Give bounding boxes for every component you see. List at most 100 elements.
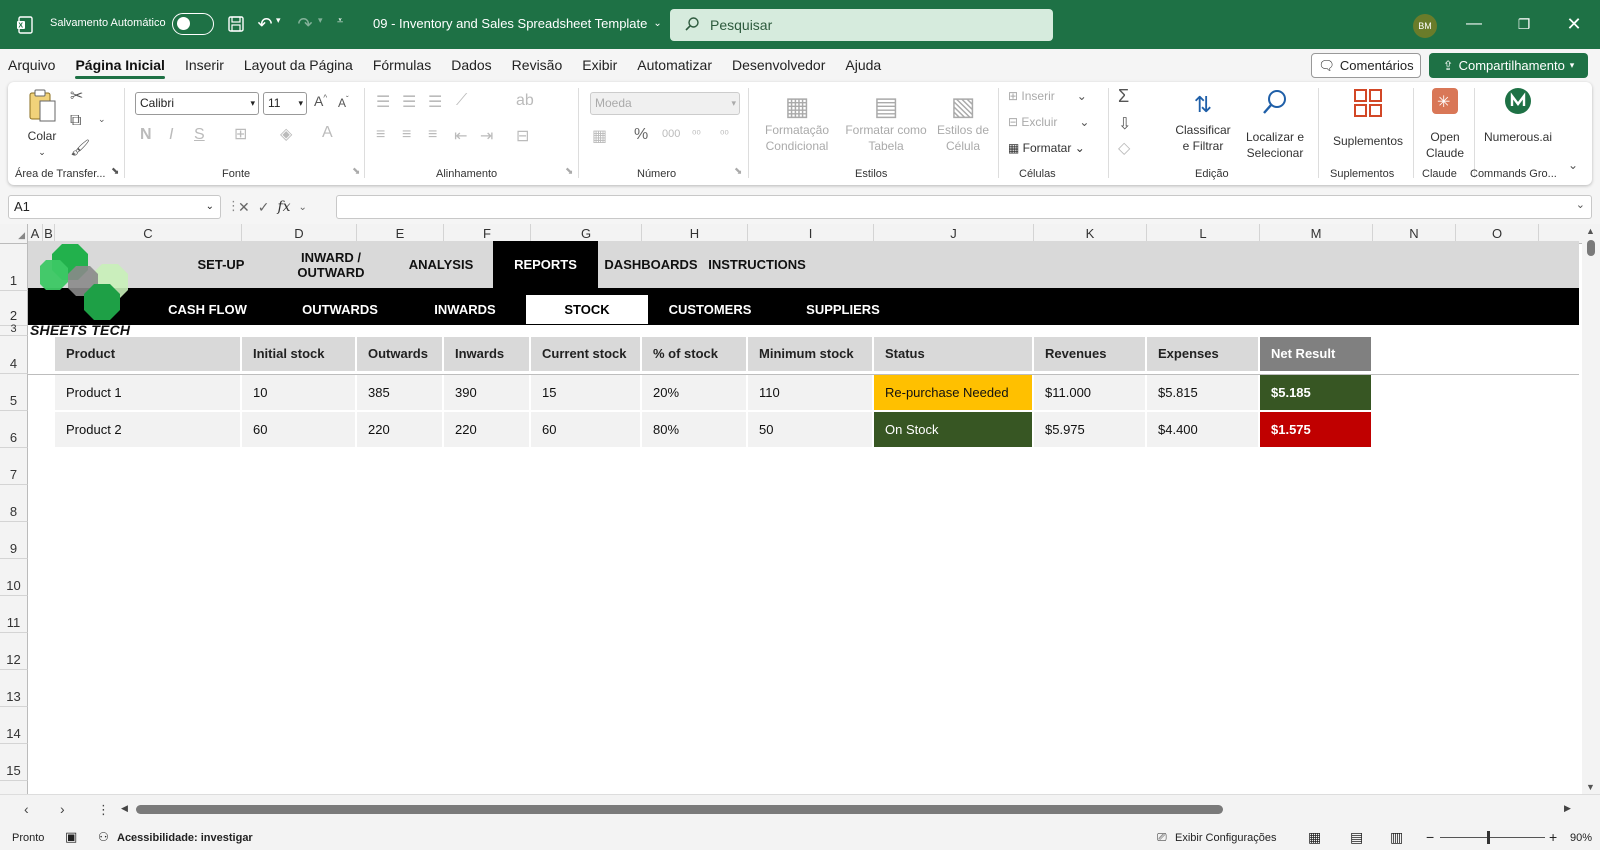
- row-header[interactable]: 13: [0, 670, 28, 707]
- wrap-text-icon[interactable]: ab: [516, 92, 534, 110]
- more-sheets-icon[interactable]: ⋮: [97, 802, 110, 818]
- insert-cells-button[interactable]: ⊞ Inserir ⌄: [1008, 88, 1087, 104]
- row-header[interactable]: 7: [0, 448, 28, 485]
- subtab-inwards[interactable]: INWARDS: [420, 295, 510, 324]
- customize-toolbar-icon[interactable]: ⩡: [337, 15, 343, 28]
- table-cell[interactable]: 20%: [642, 375, 748, 411]
- chevron-down-icon[interactable]: ⌄: [98, 114, 106, 125]
- align-middle-icon[interactable]: ☰: [402, 92, 416, 112]
- table-cell[interactable]: 60: [531, 412, 642, 448]
- worksheet-grid[interactable]: ◢ A B C D E F G H I J K L M N O 1 2 3 4 …: [0, 224, 1582, 794]
- row-header[interactable]: 5: [0, 374, 28, 411]
- copy-icon[interactable]: ⧉: [70, 112, 81, 130]
- row-header[interactable]: 6: [0, 411, 28, 448]
- net-result-cell[interactable]: $5.185: [1260, 375, 1373, 411]
- table-cell[interactable]: Product 1: [55, 375, 242, 411]
- increase-indent-icon[interactable]: ⇥: [480, 126, 493, 146]
- table-cell[interactable]: 10: [242, 375, 357, 411]
- share-button[interactable]: ⇪ Compartilhamento ▾: [1429, 53, 1588, 78]
- font-name-select[interactable]: Calibri ▾: [135, 92, 259, 115]
- tab-pagina-inicial[interactable]: Página Inicial: [65, 49, 174, 82]
- close-icon[interactable]: ✕: [1562, 12, 1586, 36]
- tab-ajuda[interactable]: Ajuda: [835, 49, 891, 82]
- user-avatar[interactable]: BM: [1413, 14, 1437, 38]
- table-cell[interactable]: 220: [444, 412, 531, 448]
- select-all-corner[interactable]: ◢: [0, 224, 28, 244]
- tab-revisao[interactable]: Revisão: [502, 49, 573, 82]
- autosum-icon[interactable]: Σ: [1118, 86, 1129, 107]
- undo-icon[interactable]: ↶: [254, 13, 276, 35]
- format-as-table-button[interactable]: ▤ Formatar como Tabela: [842, 90, 930, 154]
- cell-styles-button[interactable]: ▧ Estilos de Célula: [934, 90, 992, 154]
- row-header[interactable]: 14: [0, 707, 28, 744]
- zoom-out-icon[interactable]: −: [1426, 829, 1434, 845]
- row-header[interactable]: 3: [0, 323, 28, 336]
- name-box[interactable]: A1 ⌄: [8, 195, 221, 219]
- zoom-slider[interactable]: [1440, 837, 1545, 838]
- subtab-suppliers[interactable]: SUPPLIERS: [798, 295, 888, 324]
- page-layout-view-icon[interactable]: ▤: [1350, 829, 1363, 846]
- table-cell[interactable]: 390: [444, 375, 531, 411]
- delete-cells-button[interactable]: ⊟ Excluir ⌄: [1008, 114, 1089, 130]
- tab-desenvolvedor[interactable]: Desenvolvedor: [722, 49, 835, 82]
- accounting-format-icon[interactable]: ▦: [592, 126, 607, 146]
- format-cells-button[interactable]: ▦ Formatar ⌄: [1008, 140, 1085, 156]
- macro-record-icon[interactable]: ▣: [65, 829, 77, 845]
- table-cell[interactable]: 385: [357, 375, 444, 411]
- accessibility-status[interactable]: Acessibilidade: investigar: [117, 832, 253, 844]
- subtab-customers[interactable]: CUSTOMERS: [665, 295, 755, 324]
- fill-color-icon[interactable]: ◈: [280, 124, 292, 144]
- row-header[interactable]: 2: [0, 291, 28, 326]
- cut-icon[interactable]: ✂: [70, 86, 83, 106]
- vertical-scroll-thumb[interactable]: [1587, 240, 1595, 256]
- percent-icon[interactable]: %: [634, 126, 648, 144]
- previous-sheet-icon[interactable]: ‹: [24, 801, 29, 817]
- sort-filter-button[interactable]: ⇅ Classificar e Filtrar: [1172, 88, 1234, 154]
- align-center-icon[interactable]: ≡: [402, 126, 411, 144]
- tab-inserir[interactable]: Inserir: [175, 49, 234, 82]
- scroll-left-icon[interactable]: ◀: [121, 803, 128, 814]
- dialog-launcher-icon[interactable]: ⬊: [352, 166, 360, 177]
- row-header[interactable]: 9: [0, 522, 28, 559]
- table-cell[interactable]: 50: [748, 412, 874, 448]
- open-claude-button[interactable]: ✳ Open Claude: [1420, 88, 1470, 161]
- scroll-right-icon[interactable]: ▶: [1564, 803, 1571, 814]
- row-header[interactable]: 12: [0, 633, 28, 670]
- subtab-stock[interactable]: STOCK: [526, 295, 648, 324]
- accessibility-icon[interactable]: ⚇: [98, 830, 109, 844]
- status-cell-on-stock[interactable]: On Stock: [874, 412, 1034, 448]
- table-cell[interactable]: $5.975: [1034, 412, 1147, 448]
- comments-button[interactable]: 🗨 Comentários: [1311, 53, 1421, 78]
- align-top-icon[interactable]: ☰: [376, 92, 390, 112]
- zoom-in-icon[interactable]: +: [1549, 829, 1557, 845]
- table-cell[interactable]: $11.000: [1034, 375, 1147, 411]
- underline-icon[interactable]: S: [194, 126, 205, 144]
- row-header[interactable]: 4: [0, 336, 28, 374]
- row-header[interactable]: 10: [0, 559, 28, 596]
- undo-dropdown-icon[interactable]: ▾: [276, 15, 281, 26]
- fill-icon[interactable]: ⇩: [1118, 114, 1131, 134]
- subtab-outwards[interactable]: OUTWARDS: [295, 295, 385, 324]
- cancel-icon[interactable]: ✕: [238, 199, 250, 216]
- table-cell[interactable]: 15: [531, 375, 642, 411]
- next-sheet-icon[interactable]: ›: [60, 801, 65, 817]
- align-right-icon[interactable]: ≡: [428, 126, 437, 144]
- tab-formulas[interactable]: Fórmulas: [363, 49, 441, 82]
- row-header[interactable]: 1: [0, 244, 28, 291]
- addins-button[interactable]: Suplementos: [1326, 88, 1410, 149]
- increase-decimal-icon[interactable]: ⁰⁰: [692, 128, 701, 141]
- font-size-select[interactable]: 11 ▾: [263, 92, 307, 115]
- orientation-icon[interactable]: ⟋: [456, 92, 467, 110]
- normal-view-icon[interactable]: ▦: [1308, 829, 1321, 846]
- table-cell[interactable]: Product 2: [55, 412, 242, 448]
- dialog-launcher-icon[interactable]: ⬊: [734, 166, 742, 177]
- tab-arquivo[interactable]: Arquivo: [0, 49, 65, 82]
- row-header[interactable]: 8: [0, 485, 28, 522]
- decrease-font-icon[interactable]: Aˇ: [338, 95, 349, 110]
- table-cell[interactable]: 60: [242, 412, 357, 448]
- collapse-ribbon-icon[interactable]: ⌄: [1568, 158, 1578, 172]
- nav-tab-reports[interactable]: REPORTS: [493, 241, 598, 288]
- table-cell[interactable]: $5.815: [1147, 375, 1260, 411]
- search-box[interactable]: Pesquisar: [670, 9, 1053, 41]
- bold-icon[interactable]: N: [140, 126, 152, 144]
